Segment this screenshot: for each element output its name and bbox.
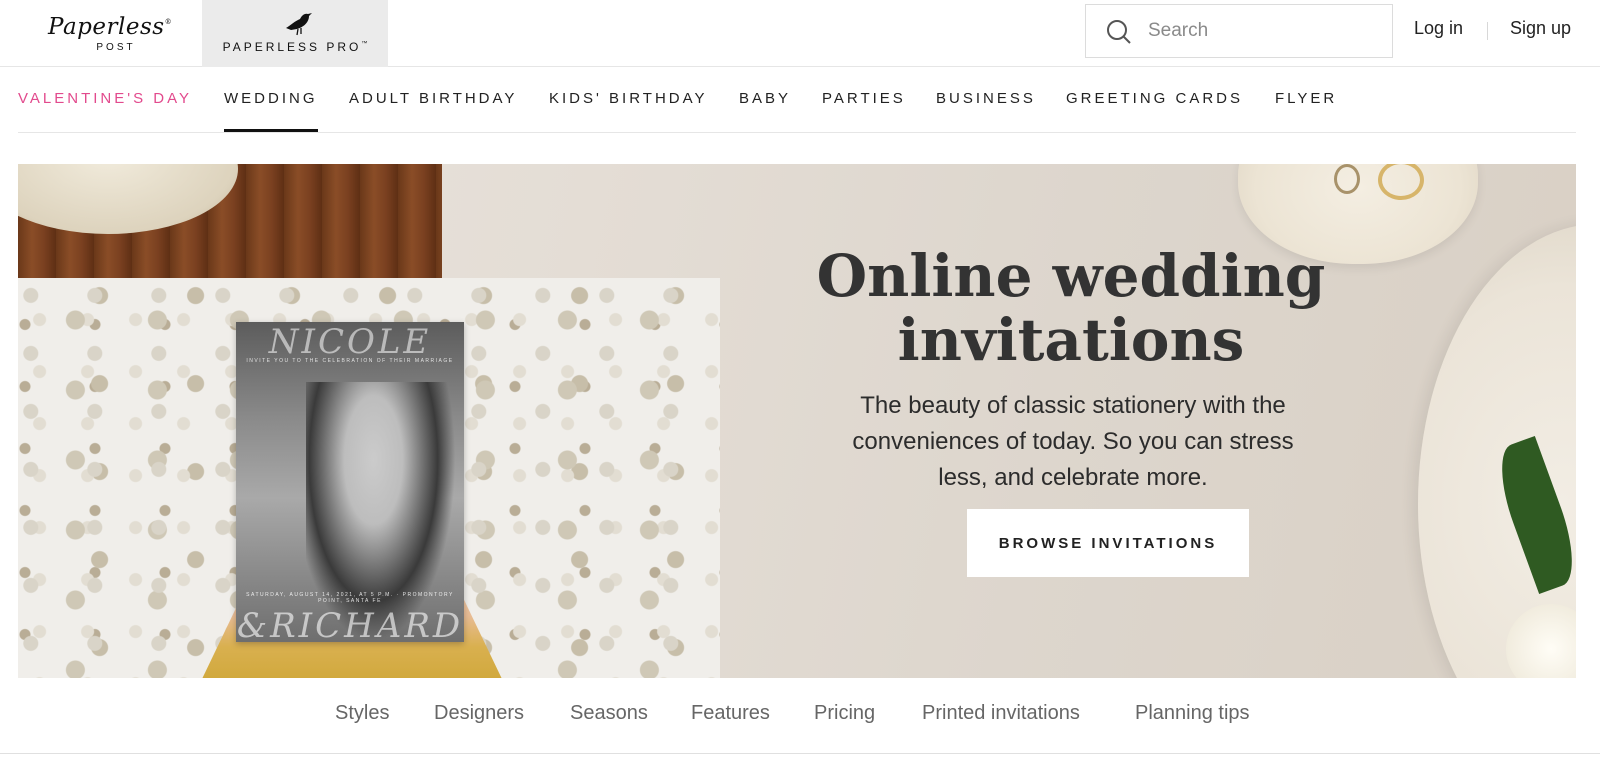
bird-logo-icon xyxy=(286,13,312,36)
card-name-top: NICOLE xyxy=(268,322,432,362)
card-invite-line: INVITE YOU TO THE CELEBRATION OF THEIR M… xyxy=(246,358,454,364)
category-greeting-cards[interactable]: GREETING CARDS xyxy=(1066,90,1243,107)
logo-pro-text: PAPERLESS PRO™ xyxy=(222,40,368,54)
search-input[interactable] xyxy=(1148,15,1378,47)
subnav-styles[interactable]: Styles xyxy=(335,702,389,725)
paperless-post-logo[interactable]: Paperless® POST xyxy=(30,8,190,58)
subnav-planning-tips[interactable]: Planning tips xyxy=(1135,702,1250,725)
subnav-designers[interactable]: Designers xyxy=(434,702,524,725)
card-name-bottom: &RICHARD xyxy=(236,606,464,642)
category-wedding[interactable]: WEDDING xyxy=(224,90,318,107)
subnav-features[interactable]: Features xyxy=(691,702,770,725)
auth-divider xyxy=(1487,22,1488,40)
category-kids-birthday[interactable]: KIDS' BIRTHDAY xyxy=(549,90,708,107)
invitation-card-image: NICOLE INVITE YOU TO THE CELEBRATION OF … xyxy=(236,322,464,642)
category-nav: VALENTINE'S DAY WEDDING ADULT BIRTHDAY K… xyxy=(18,67,1576,133)
hero-description: The beauty of classic stationery with th… xyxy=(852,392,1294,491)
top-header: Paperless® POST PAPERLESS PRO™ Log in Si… xyxy=(0,0,1600,67)
subnav-pricing[interactable]: Pricing xyxy=(814,702,875,725)
category-adult-birthday[interactable]: ADULT BIRTHDAY xyxy=(349,90,517,107)
category-parties[interactable]: PARTIES xyxy=(822,90,906,107)
logo-wordmark: Paperless® xyxy=(48,14,173,40)
active-category-underline xyxy=(224,129,318,132)
hero-banner: NICOLE INVITE YOU TO THE CELEBRATION OF … xyxy=(18,164,1576,678)
search-icon xyxy=(1107,20,1131,44)
category-flyer[interactable]: FLYER xyxy=(1275,90,1337,107)
category-valentines-day[interactable]: VALENTINE'S DAY xyxy=(18,90,192,107)
browse-invitations-button[interactable]: BROWSE INVITATIONS xyxy=(967,509,1249,577)
category-business[interactable]: BUSINESS xyxy=(936,90,1036,107)
login-link[interactable]: Log in xyxy=(1414,18,1463,39)
subnav-printed-invitations[interactable]: Printed invitations xyxy=(922,702,1080,725)
paperless-pro-logo[interactable]: PAPERLESS PRO™ xyxy=(202,0,388,67)
logo-post-text: POST xyxy=(96,42,136,53)
ring-image xyxy=(1334,164,1360,194)
category-baby[interactable]: BABY xyxy=(739,90,791,107)
hero-title: Online wedding invitations xyxy=(816,242,1326,374)
subnav-seasons[interactable]: Seasons xyxy=(570,702,648,725)
search-box[interactable] xyxy=(1085,4,1393,58)
card-date-line: SATURDAY, AUGUST 14, 2021, AT 5 P.M. · P… xyxy=(246,592,454,604)
wedding-sub-nav: Styles Designers Seasons Features Pricin… xyxy=(0,678,1600,754)
signup-link[interactable]: Sign up xyxy=(1510,18,1571,39)
